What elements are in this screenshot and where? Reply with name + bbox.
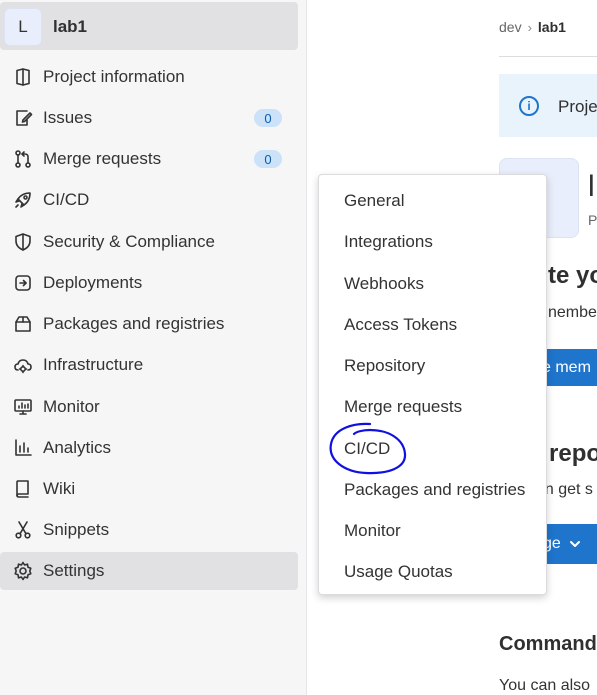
project-header-link[interactable]: L lab1: [0, 2, 298, 50]
shield-icon: [12, 231, 34, 253]
sidebar-item-snippets[interactable]: Snippets: [0, 511, 298, 549]
sidebar-item-packages-registries[interactable]: Packages and registries: [0, 305, 298, 343]
merge-requests-count-badge: 0: [254, 150, 282, 168]
sidebar-item-label: Packages and registries: [43, 314, 225, 333]
section-heading-command-line: Command: [499, 633, 597, 655]
section-heading-repository: repo: [549, 440, 597, 467]
sidebar-item-analytics[interactable]: Analytics: [0, 429, 298, 467]
sidebar-item-label: Analytics: [43, 438, 112, 457]
sidebar-item-merge-requests[interactable]: Merge requests 0: [0, 140, 298, 178]
breadcrumb-item-dev[interactable]: dev: [499, 19, 522, 35]
info-icon: i: [519, 96, 539, 116]
sidebar-item-label: Project information: [43, 67, 185, 86]
flyout-item-monitor[interactable]: Monitor: [344, 521, 401, 541]
chevron-right-icon: ›: [527, 19, 532, 35]
flyout-item-merge-requests[interactable]: Merge requests: [344, 397, 462, 417]
sidebar-item-label: Issues: [43, 108, 93, 127]
issues-count-badge: 0: [254, 109, 282, 127]
flyout-item-packages-registries[interactable]: Packages and registries: [344, 480, 525, 500]
flyout-item-general[interactable]: General: [344, 191, 404, 211]
sidebar-item-infrastructure[interactable]: Infrastructure: [0, 346, 298, 384]
package-icon: [12, 313, 34, 335]
sidebar-item-label: Deployments: [43, 273, 143, 292]
chevron-down-icon: [569, 541, 580, 547]
section-text-command-line: You can also: [499, 677, 591, 694]
sidebar-item-deployments[interactable]: Deployments: [0, 264, 298, 302]
section-heading-invite: te yo: [548, 262, 597, 289]
flyout-item-usage-quotas[interactable]: Usage Quotas: [344, 562, 453, 582]
sidebar-item-wiki[interactable]: Wiki: [0, 470, 298, 508]
scissors-icon: [12, 519, 34, 541]
sidebar-item-label: Security & Compliance: [43, 232, 215, 251]
settings-flyout-menu: General Integrations Webhooks Access Tok…: [318, 174, 547, 595]
project-subtitle: P: [588, 212, 597, 228]
deployments-icon: [12, 272, 34, 294]
merge-request-icon: [12, 148, 34, 170]
monitor-icon: [12, 396, 34, 418]
sidebar-item-issues[interactable]: Issues 0: [0, 99, 298, 137]
project-title: l: [588, 170, 595, 203]
banner-text: Proje: [558, 97, 597, 116]
flyout-item-access-tokens[interactable]: Access Tokens: [344, 315, 457, 335]
rocket-icon: [12, 189, 34, 211]
project-information-icon: [12, 66, 34, 88]
sidebar-item-security-compliance[interactable]: Security & Compliance: [0, 223, 298, 261]
sidebar-item-settings[interactable]: Settings: [0, 552, 298, 590]
section-text-invite: nember: [548, 304, 597, 321]
sidebar-item-label: CI/CD: [43, 190, 90, 209]
flyout-item-ci-cd[interactable]: CI/CD: [344, 439, 390, 459]
cloud-gear-icon: [12, 354, 34, 376]
flyout-item-webhooks[interactable]: Webhooks: [344, 274, 424, 294]
breadcrumb: dev › lab1: [499, 19, 566, 35]
sidebar-item-label: Settings: [43, 561, 105, 580]
sidebar-item-label: Merge requests: [43, 149, 162, 168]
sidebar-item-label: Snippets: [43, 520, 110, 539]
flyout-item-integrations[interactable]: Integrations: [344, 232, 433, 252]
left-sidebar: L lab1 Project information Issues 0 Merg…: [0, 0, 307, 695]
project-name: lab1: [53, 17, 88, 36]
issues-icon: [12, 107, 34, 129]
sidebar-item-project-information[interactable]: Project information: [0, 58, 298, 96]
project-avatar: L: [4, 8, 42, 46]
chart-icon: [12, 437, 34, 459]
book-icon: [12, 478, 34, 500]
header-divider: [499, 56, 597, 57]
sidebar-item-monitor[interactable]: Monitor: [0, 388, 298, 426]
breadcrumb-item-lab1[interactable]: lab1: [538, 19, 566, 35]
sidebar-item-label: Monitor: [43, 397, 100, 416]
sidebar-item-ci-cd[interactable]: CI/CD: [0, 181, 298, 219]
sidebar-item-label: Infrastructure: [43, 355, 144, 374]
settings-icon: [12, 560, 34, 582]
flyout-item-repository[interactable]: Repository: [344, 356, 425, 376]
sidebar-item-label: Wiki: [43, 479, 76, 498]
